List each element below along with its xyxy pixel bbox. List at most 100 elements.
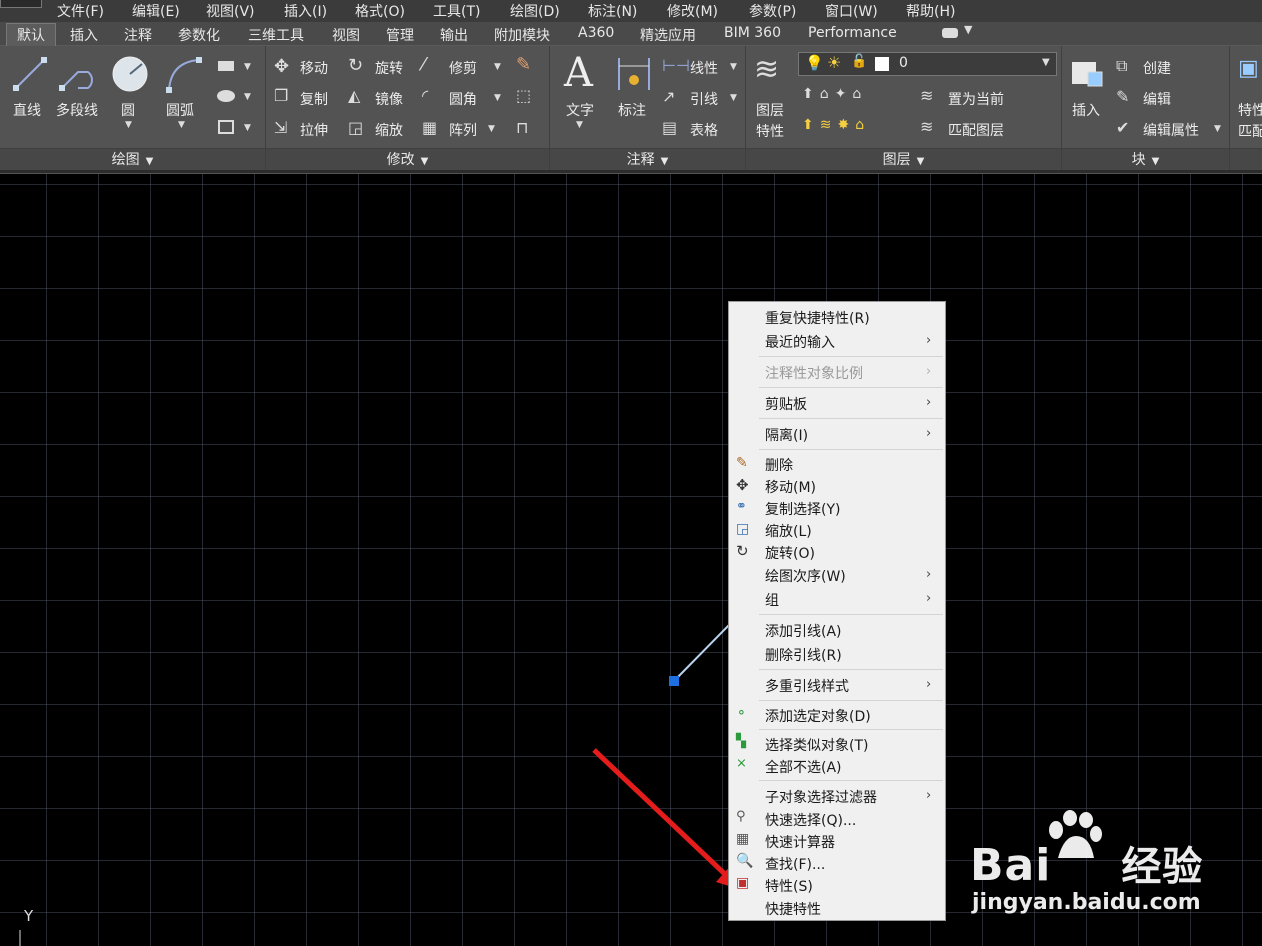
layer-tools-row1-icon[interactable]: ⬆⌂✦⌂ <box>802 86 867 102</box>
dimension-button[interactable]: 标注 <box>618 100 646 120</box>
properties-label-1[interactable]: 特性 <box>1238 100 1262 120</box>
chevron-down-icon[interactable]: ▼ <box>1214 124 1221 134</box>
menu-item-copy-selection[interactable]: 复制选择(Y) <box>765 499 840 519</box>
chevron-down-icon[interactable]: ▼ <box>730 62 737 72</box>
menu-tools[interactable]: 工具(T) <box>433 1 480 21</box>
fillet-button[interactable]: 圆角 <box>449 89 477 109</box>
chevron-down-icon[interactable]: ▼ <box>576 120 583 130</box>
edit-block-button[interactable]: 编辑 <box>1143 89 1171 109</box>
panel-draw-title[interactable]: 绘图 ▼ <box>0 148 265 170</box>
menu-item-group[interactable]: 组 <box>765 590 779 610</box>
tab-addins[interactable]: 附加模块 <box>494 25 550 45</box>
chevron-down-icon[interactable]: ▼ <box>244 62 251 72</box>
insert-block-button[interactable]: 插入 <box>1072 100 1100 120</box>
tab-featured-apps[interactable]: 精选应用 <box>640 25 696 45</box>
app-menu-button[interactable] <box>0 0 42 8</box>
menu-item-deselect-all[interactable]: 全部不选(A) <box>765 757 842 777</box>
leader-button[interactable]: 引线 <box>690 89 718 109</box>
make-current-button[interactable]: 置为当前 <box>948 89 1004 109</box>
tab-performance[interactable]: Performance <box>808 25 897 41</box>
panel-properties-title[interactable] <box>1230 148 1262 170</box>
menu-item-move[interactable]: 移动(M) <box>765 477 816 497</box>
erase-icon[interactable]: ✎ <box>516 54 531 75</box>
properties-label-2[interactable]: 匹配 <box>1238 121 1262 141</box>
tab-manage[interactable]: 管理 <box>386 25 414 45</box>
menu-item-mleader-style[interactable]: 多重引线样式 <box>765 676 849 696</box>
menu-item-draw-order[interactable]: 绘图次序(W) <box>765 566 846 586</box>
layer-properties-label-2[interactable]: 特性 <box>756 121 784 141</box>
tab-insert[interactable]: 插入 <box>70 25 98 45</box>
create-block-button[interactable]: 创建 <box>1143 58 1171 78</box>
mirror-button[interactable]: 镜像 <box>375 89 403 109</box>
panel-modify-title[interactable]: 修改 ▼ <box>266 148 549 170</box>
polyline-button[interactable]: 多段线 <box>56 100 98 120</box>
menu-item-add-selected[interactable]: 添加选定对象(D) <box>765 706 871 726</box>
array-button[interactable]: 阵列 <box>449 120 477 140</box>
menu-item-quick-calc[interactable]: 快速计算器 <box>765 832 835 852</box>
menu-insert[interactable]: 插入(I) <box>284 1 327 21</box>
edit-attribute-button[interactable]: 编辑属性 <box>1143 120 1199 140</box>
menu-draw[interactable]: 绘图(D) <box>510 1 560 21</box>
menu-item-properties[interactable]: 特性(S) <box>765 876 813 896</box>
menu-item-clipboard[interactable]: 剪贴板 <box>765 394 807 414</box>
chevron-down-icon[interactable]: ▼ <box>178 120 185 130</box>
grip-point[interactable] <box>669 676 679 686</box>
menu-item-scale[interactable]: 缩放(L) <box>765 521 812 541</box>
layer-tools-row2-icon[interactable]: ⬆≋✸⌂ <box>802 117 870 133</box>
tab-annotate[interactable]: 注释 <box>124 25 152 45</box>
menu-view[interactable]: 视图(V) <box>206 1 255 21</box>
menu-format[interactable]: 格式(O) <box>355 1 405 21</box>
menu-item-recent-input[interactable]: 最近的输入 <box>765 332 835 352</box>
menu-item-quick-select[interactable]: 快速选择(Q)... <box>765 810 856 830</box>
chevron-down-icon[interactable]: ▼ <box>125 120 132 130</box>
menu-item-find[interactable]: 查找(F)... <box>765 854 825 874</box>
menu-item-quick-properties[interactable]: 快捷特性 <box>765 899 821 919</box>
menu-item-isolate[interactable]: 隔离(I) <box>765 425 808 445</box>
menu-window[interactable]: 窗口(W) <box>825 1 878 21</box>
menu-item-select-similar[interactable]: 选择类似对象(T) <box>765 735 868 755</box>
chevron-down-icon[interactable]: ▼ <box>244 123 251 133</box>
match-layer-button[interactable]: 匹配图层 <box>948 120 1004 140</box>
ribbon-display-toggle[interactable]: ▼ <box>940 23 976 41</box>
stretch-button[interactable]: 拉伸 <box>300 120 328 140</box>
menu-item-repeat-quick-properties[interactable]: 重复快捷特性(R) <box>765 308 870 328</box>
panel-block-title[interactable]: 块 ▼ <box>1062 148 1229 170</box>
chevron-down-icon[interactable]: ▼ <box>244 92 251 102</box>
menu-parameters[interactable]: 参数(P) <box>749 1 796 21</box>
arc-button[interactable]: 圆弧 <box>166 100 194 120</box>
scale-button[interactable]: 缩放 <box>375 120 403 140</box>
tab-output[interactable]: 输出 <box>440 25 468 45</box>
panel-layers-title[interactable]: 图层 ▼ <box>746 148 1061 170</box>
explode-icon[interactable]: ⬚ <box>516 86 531 105</box>
chevron-down-icon[interactable]: ▼ <box>730 93 737 103</box>
circle-button[interactable]: 圆 <box>121 100 135 120</box>
copy-button[interactable]: 复制 <box>300 89 328 109</box>
menu-item-rotate[interactable]: 旋转(O) <box>765 543 815 563</box>
menu-dimension[interactable]: 标注(N) <box>588 1 637 21</box>
menu-file[interactable]: 文件(F) <box>57 1 104 21</box>
layer-properties-label-1[interactable]: 图层 <box>756 100 784 120</box>
trim-button[interactable]: 修剪 <box>449 58 477 78</box>
chevron-down-icon[interactable]: ▼ <box>494 62 501 72</box>
tab-3d-tools[interactable]: 三维工具 <box>248 25 304 45</box>
line-button[interactable]: 直线 <box>13 100 41 120</box>
layer-dropdown[interactable]: 💡 ☀ 🔓 0 ▼ <box>798 52 1057 76</box>
offset-icon[interactable]: ⊓ <box>516 118 528 137</box>
tab-parametric[interactable]: 参数化 <box>178 25 220 45</box>
menu-modify[interactable]: 修改(M) <box>667 1 718 21</box>
menu-item-add-leader[interactable]: 添加引线(A) <box>765 621 842 641</box>
table-button[interactable]: 表格 <box>690 120 718 140</box>
chevron-down-icon[interactable]: ▼ <box>488 124 495 134</box>
linear-button[interactable]: 线性 <box>690 58 718 78</box>
menu-item-remove-leader[interactable]: 删除引线(R) <box>765 645 842 665</box>
tab-bim360[interactable]: BIM 360 <box>724 25 781 41</box>
rotate-button[interactable]: 旋转 <box>375 58 403 78</box>
move-button[interactable]: 移动 <box>300 58 328 78</box>
tab-a360[interactable]: A360 <box>578 25 614 41</box>
menu-item-erase[interactable]: 删除 <box>765 455 793 475</box>
text-button[interactable]: 文字 <box>566 100 594 120</box>
panel-annotation-title[interactable]: 注释 ▼ <box>550 148 745 170</box>
tab-default[interactable]: 默认 <box>6 23 56 46</box>
tab-view[interactable]: 视图 <box>332 25 360 45</box>
selected-line[interactable] <box>673 623 731 682</box>
